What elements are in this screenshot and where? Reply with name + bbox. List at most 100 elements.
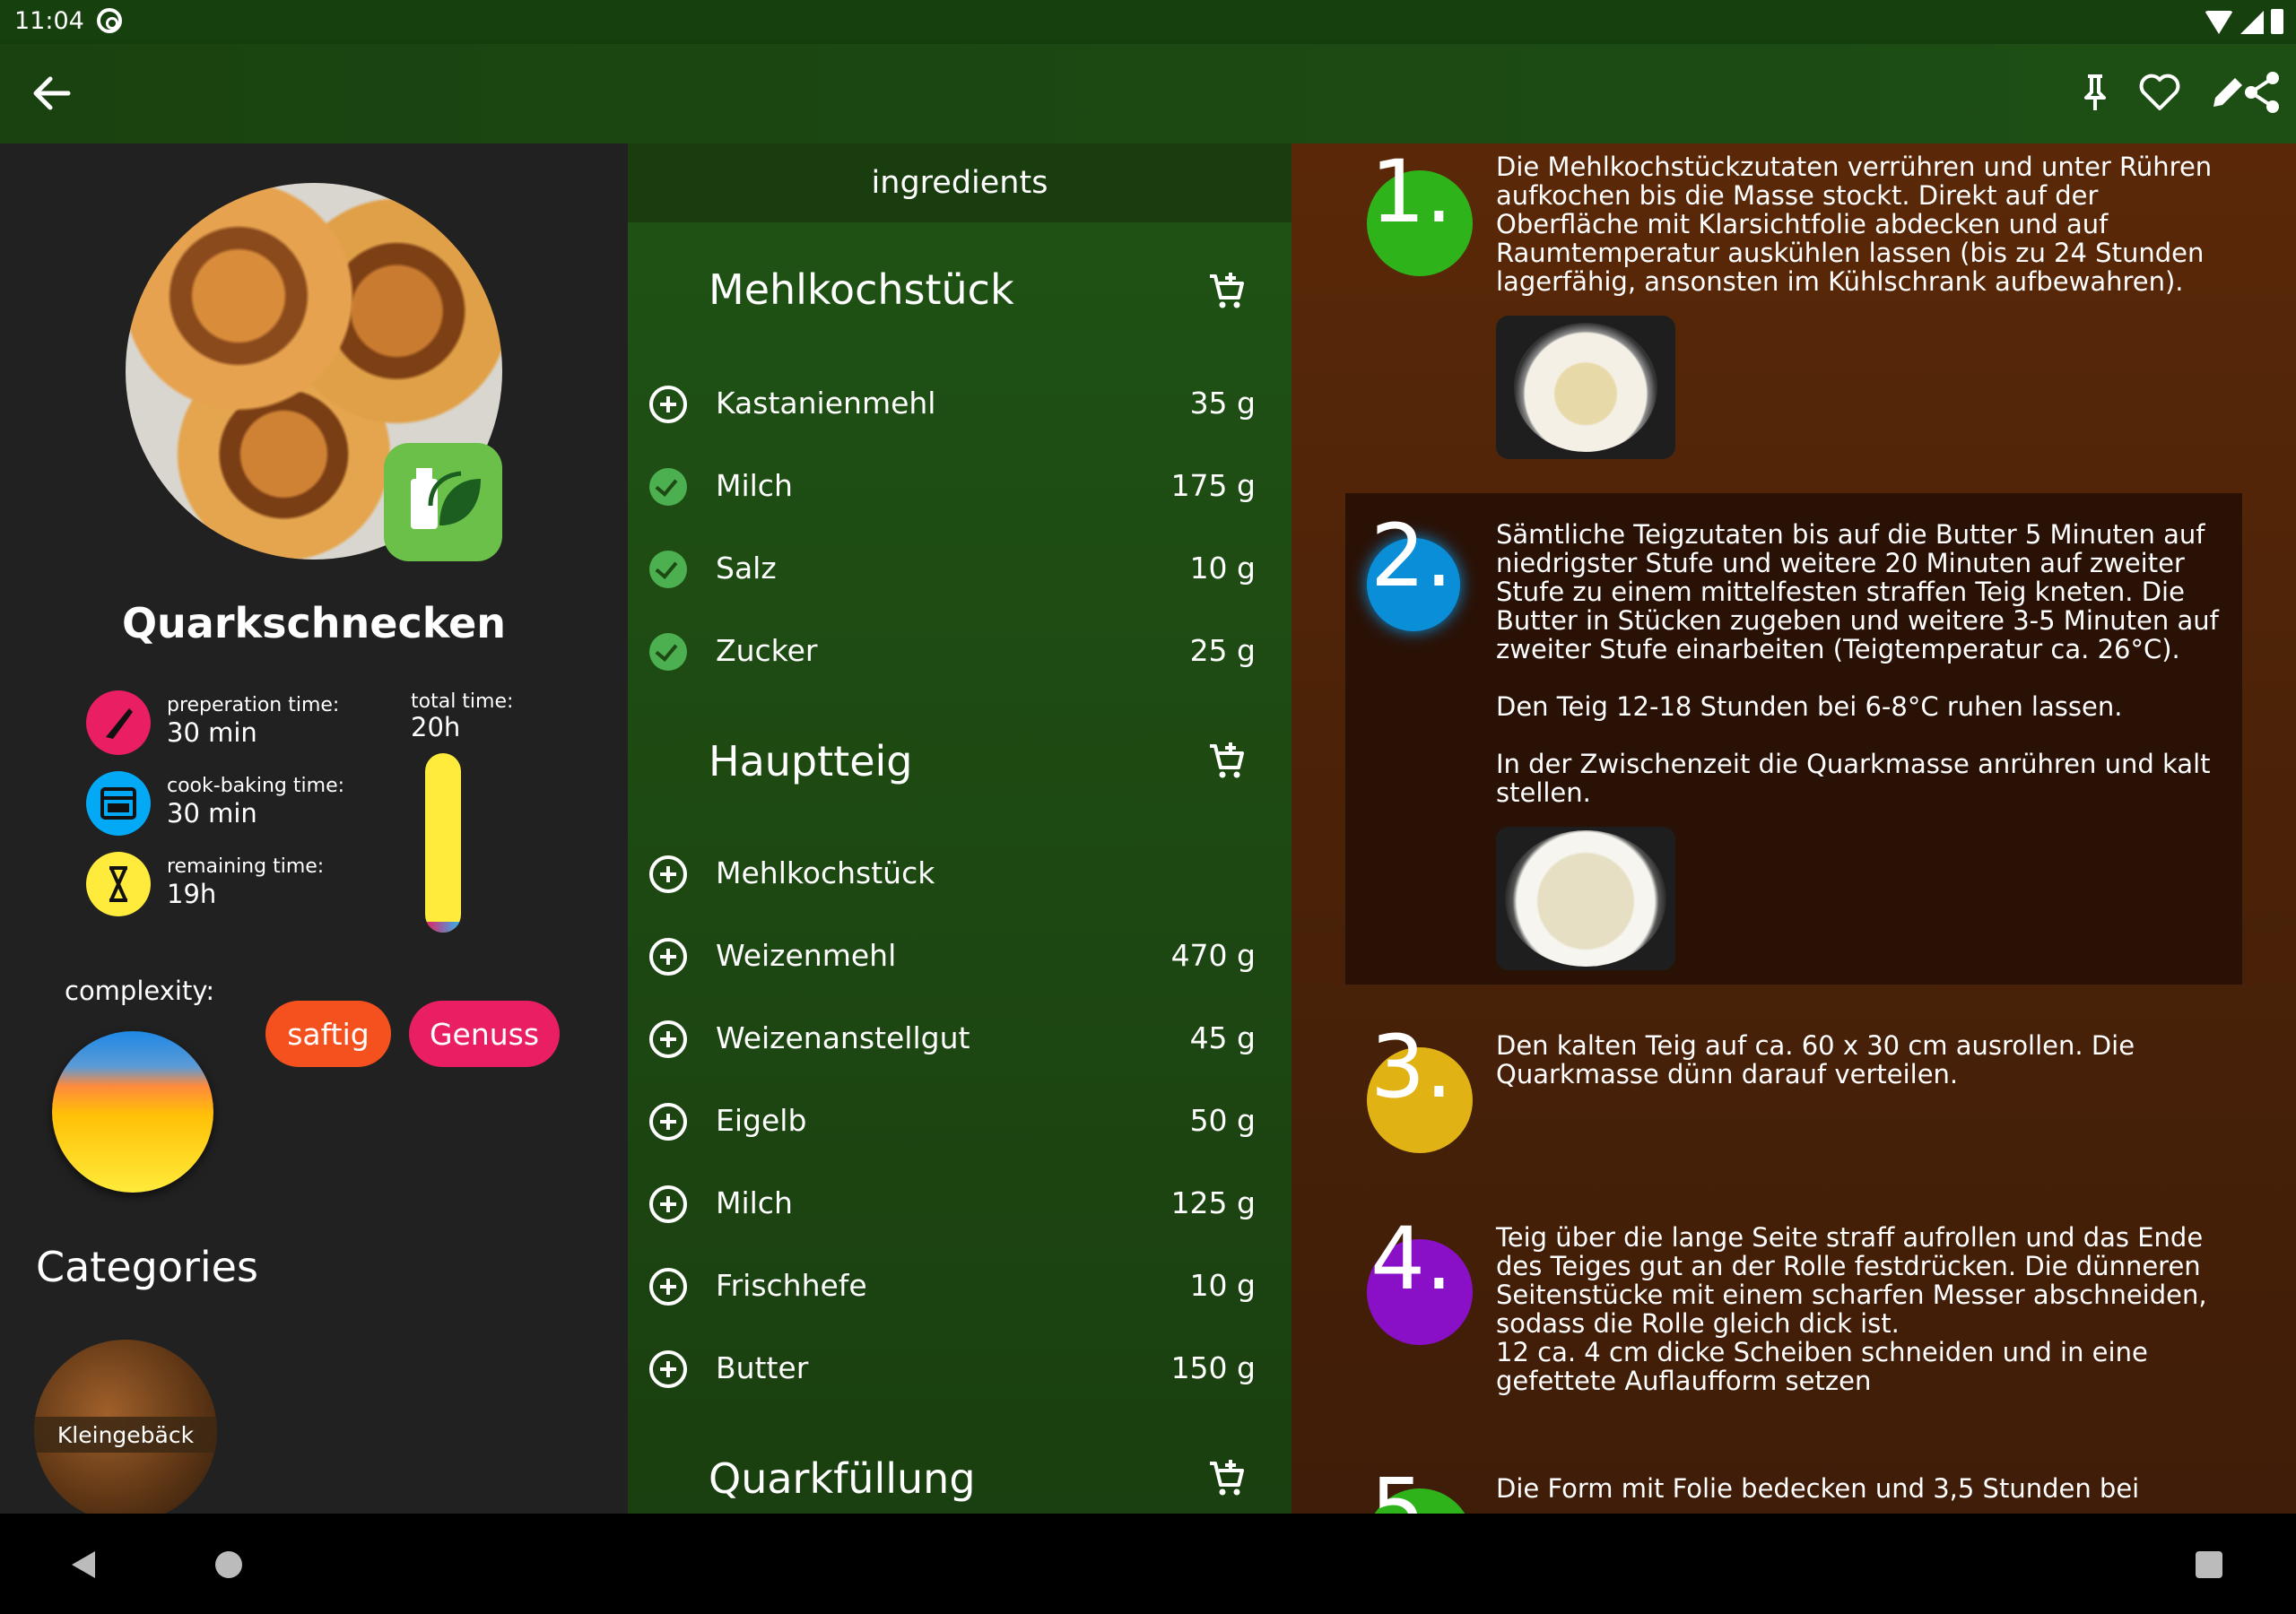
cart-plus-icon[interactable]	[1206, 741, 1248, 782]
tag-genuss[interactable]: Genuss	[409, 1001, 560, 1067]
ingredient-name: Milch	[716, 468, 793, 503]
knife-icon	[86, 690, 151, 755]
ingredient-name: Frischhefe	[716, 1268, 867, 1303]
nav-recents-icon[interactable]	[2196, 1551, 2222, 1578]
check-circle-icon[interactable]	[649, 633, 687, 671]
vegetarian-badge-icon	[384, 443, 502, 561]
recipe-overview-panel: Quarkschnecken preperation time: 30 min …	[0, 143, 628, 1514]
ingredient-amount: 10 g	[1189, 551, 1256, 586]
ingredient-amount: 35 g	[1189, 386, 1256, 421]
steps-panel: 1. Die Mehlkochstückzutaten verrühren un…	[1292, 143, 2296, 1514]
ingredient-row[interactable]: Milch 175 g	[628, 457, 1292, 511]
step-text: Die Mehlkochstückzutaten verrühren und u…	[1496, 152, 2213, 297]
ingredient-row[interactable]: Mehlkochstück	[628, 845, 1292, 898]
add-circle-icon[interactable]	[649, 1185, 687, 1223]
check-circle-icon[interactable]	[649, 551, 687, 588]
preparation-time-label: preperation time:	[167, 694, 340, 716]
status-bar: 11:04	[0, 0, 2296, 44]
ingredient-row[interactable]: Frischhefe 10 g	[628, 1257, 1292, 1311]
total-time-value: 20h	[411, 712, 461, 742]
add-circle-icon[interactable]	[649, 938, 687, 976]
ingredient-amount: 10 g	[1189, 1268, 1256, 1303]
ingredient-name: Milch	[716, 1185, 793, 1220]
preparation-time-value: 30 min	[167, 717, 257, 748]
heart-icon[interactable]	[2133, 65, 2187, 119]
ingredient-amount: 45 g	[1189, 1020, 1256, 1055]
ingredient-name: Salz	[716, 551, 777, 586]
add-circle-icon[interactable]	[649, 855, 687, 893]
tag-saftig[interactable]: saftig	[265, 1001, 391, 1067]
arrow-left-icon[interactable]	[27, 71, 75, 116]
ingredient-row[interactable]: Eigelb 50 g	[628, 1092, 1292, 1146]
ingredients-header: ingredients	[628, 143, 1292, 222]
ingredient-name: Kastanienmehl	[716, 386, 936, 421]
ingredient-row[interactable]: Milch 125 g	[628, 1175, 1292, 1228]
add-circle-icon[interactable]	[649, 1103, 687, 1141]
ingredient-name: Weizenanstellgut	[716, 1020, 970, 1055]
app-bar	[0, 44, 2296, 143]
add-circle-icon[interactable]	[649, 386, 687, 423]
complexity-indicator	[52, 1031, 213, 1193]
total-time-label: total time:	[411, 690, 514, 713]
ingredient-amount: 470 g	[1170, 938, 1256, 973]
step-number: 3.	[1370, 1017, 1453, 1117]
check-circle-icon[interactable]	[649, 468, 687, 506]
ingredient-amount: 25 g	[1189, 633, 1256, 668]
hourglass-icon	[86, 852, 151, 916]
ingredient-row[interactable]: Weizenmehl 470 g	[628, 927, 1292, 981]
ingredient-name: Butter	[716, 1350, 809, 1385]
step-text: Den kalten Teig auf ca. 60 x 30 cm ausro…	[1496, 1030, 2135, 1089]
section-title-hauptteig: Hauptteig	[709, 737, 913, 785]
status-time: 11:04	[14, 7, 84, 35]
cook-time-label: cook-baking time:	[167, 775, 345, 797]
step-photo[interactable]	[1496, 316, 1675, 459]
ingredient-name: Weizenmehl	[716, 938, 897, 973]
ingredient-row[interactable]: Butter 150 g	[628, 1340, 1292, 1393]
ingredient-name: Mehlkochstück	[716, 855, 935, 890]
ingredient-row[interactable]: Salz 10 g	[628, 540, 1292, 594]
cart-plus-icon[interactable]	[1206, 1458, 1248, 1499]
nav-back-icon[interactable]	[72, 1551, 95, 1578]
add-circle-icon[interactable]	[649, 1020, 687, 1058]
ingredient-row[interactable]: Zucker 25 g	[628, 622, 1292, 676]
ingredient-amount: 125 g	[1170, 1185, 1256, 1220]
cart-plus-icon[interactable]	[1206, 271, 1248, 312]
cook-time-value: 30 min	[167, 798, 257, 829]
remaining-time-label: remaining time:	[167, 855, 325, 878]
ingredient-amount: 150 g	[1170, 1350, 1256, 1385]
remaining-time-value: 19h	[167, 879, 217, 909]
step-text: Sämtliche Teigzutaten bis auf die Butter…	[1496, 519, 2219, 808]
share-icon[interactable]	[2235, 65, 2289, 119]
battery-icon	[2271, 9, 2283, 34]
total-time-bar	[425, 753, 461, 933]
nav-home-icon[interactable]	[215, 1551, 242, 1578]
category-label: Kleingebäck	[34, 1417, 217, 1453]
add-circle-icon[interactable]	[649, 1350, 687, 1388]
recipe-title: Quarkschnecken	[121, 599, 507, 647]
step-number: 5.	[1370, 1460, 1453, 1514]
pin-icon[interactable]	[2068, 65, 2122, 119]
navigation-bar	[0, 1514, 2296, 1614]
ingredient-name: Zucker	[716, 633, 818, 668]
step-photo[interactable]	[1496, 827, 1675, 970]
section-title-quarkfuellung: Quarkfüllung	[709, 1454, 976, 1503]
ingredients-panel: ingredients Mehlkochstück Kastanienmehl …	[628, 143, 1292, 1514]
category-item[interactable]: Kleingebäck	[34, 1340, 217, 1514]
categories-title: Categories	[36, 1243, 258, 1291]
wifi-icon	[2205, 11, 2233, 34]
system-icons	[2205, 9, 2283, 34]
ingredient-amount: 50 g	[1189, 1103, 1256, 1138]
signal-icon	[2240, 11, 2264, 34]
complexity-label: complexity:	[65, 976, 215, 1006]
step-text: Die Form mit Folie bedecken und 3,5 Stun…	[1496, 1473, 2140, 1504]
step-text: Teig über die lange Seite straff aufroll…	[1496, 1222, 2207, 1396]
step-number: 1.	[1370, 143, 1453, 242]
section-title-mehlkochstueck: Mehlkochstück	[709, 265, 1014, 314]
ingredient-name: Eigelb	[716, 1103, 807, 1138]
ingredient-row[interactable]: Weizenanstellgut 45 g	[628, 1010, 1292, 1063]
step-number: 2.	[1370, 506, 1453, 606]
add-circle-icon[interactable]	[649, 1268, 687, 1306]
oven-icon	[86, 771, 151, 836]
sync-icon	[97, 8, 122, 33]
ingredient-row[interactable]: Kastanienmehl 35 g	[628, 375, 1292, 429]
